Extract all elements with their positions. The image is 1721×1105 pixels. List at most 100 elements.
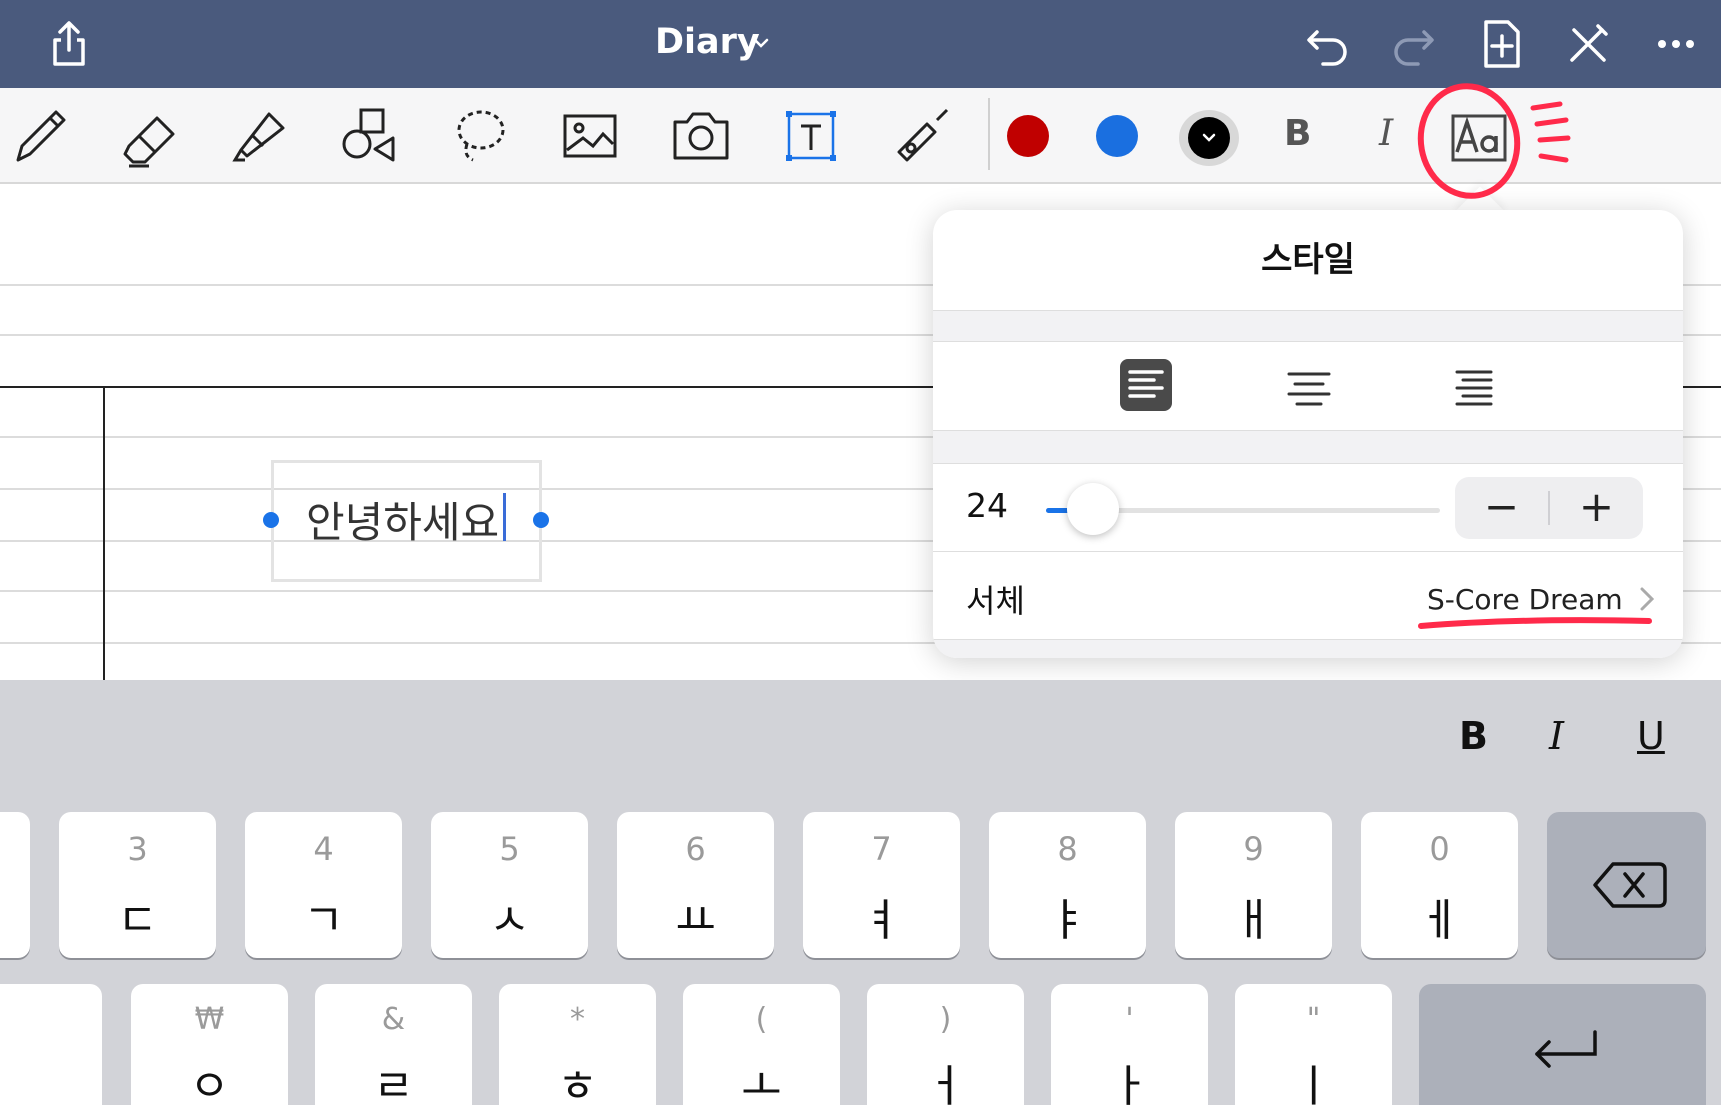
undo-icon[interactable] <box>1299 16 1355 72</box>
color-black[interactable] <box>1188 117 1230 159</box>
keyboard-underline-button[interactable]: U <box>1637 714 1665 758</box>
font-size-stepper: − + <box>1455 477 1643 539</box>
backspace-icon <box>1593 862 1667 908</box>
font-value[interactable]: S-Core Dream <box>1427 583 1623 616</box>
pen-icon[interactable] <box>4 100 76 172</box>
bold-button[interactable]: B <box>1284 113 1311 154</box>
key-letter: ㄹ <box>373 1061 414 1105</box>
document-title[interactable]: Diary <box>655 22 760 62</box>
image-icon[interactable] <box>555 100 627 172</box>
key-symbol: ₩ <box>194 1002 225 1037</box>
font-size-slider-thumb[interactable] <box>1067 483 1120 535</box>
key-symbol: & <box>381 1002 406 1037</box>
keyboard-key[interactable]: #ㄴ <box>0 984 102 1105</box>
keyboard-italic-button[interactable]: I <box>1549 714 1564 758</box>
keyboard-key[interactable]: 8ㅑ <box>989 812 1146 958</box>
keyboard-key[interactable]: 9ㅐ <box>1175 812 1332 958</box>
key-number: 6 <box>685 830 706 868</box>
key-number: 0 <box>1429 830 1450 868</box>
color-blue[interactable] <box>1096 115 1138 157</box>
keyboard-key[interactable]: 6ㅛ <box>617 812 774 958</box>
key-letter: ㄷ <box>117 895 158 946</box>
align-center-icon <box>1287 372 1331 406</box>
key-symbol: ' <box>1125 1002 1134 1037</box>
font-size-value: 24 <box>966 486 1008 525</box>
tool-bar: B I <box>0 88 1721 184</box>
keyboard-key[interactable]: 5ㅅ <box>431 812 588 958</box>
keyboard-key[interactable] <box>0 812 30 958</box>
margin-line <box>103 388 105 680</box>
key-letter: ㅑ <box>1047 895 1088 946</box>
font-label: 서체 <box>966 582 1025 620</box>
more-icon[interactable] <box>1648 16 1704 72</box>
decrease-size-button[interactable]: − <box>1455 477 1548 539</box>
chevron-right-icon <box>1640 587 1655 611</box>
return-icon <box>1535 1030 1597 1068</box>
redo-icon[interactable] <box>1386 16 1442 72</box>
key-number: 8 <box>1057 830 1078 868</box>
key-letter: ㅕ <box>861 895 902 946</box>
backspace-key[interactable] <box>1547 812 1706 958</box>
text-icon[interactable] <box>775 100 847 172</box>
keyboard-key[interactable]: ) ㅓ <box>867 984 1024 1105</box>
align-right-icon <box>1455 370 1493 406</box>
keyboard-key[interactable]: & ㄹ <box>315 984 472 1105</box>
font-size-row: 24 − + <box>933 464 1683 552</box>
eraser-icon[interactable] <box>115 100 187 172</box>
key-letter: ㅎ <box>557 1061 598 1105</box>
lasso-icon[interactable] <box>445 100 517 172</box>
align-center-button[interactable] <box>1283 359 1335 411</box>
keyboard-key[interactable]: 4ㄱ <box>245 812 402 958</box>
keyboard-key[interactable]: ' ㅏ <box>1051 984 1208 1105</box>
italic-button[interactable]: I <box>1379 113 1393 154</box>
key-letter: ㄱ <box>303 895 344 946</box>
chevron-down-icon[interactable] <box>752 36 770 50</box>
font-family-row[interactable]: 서체 S-Core Dream <box>933 552 1683 640</box>
text-box[interactable]: 안녕하세요 <box>271 460 542 582</box>
keyboard-key[interactable]: 7ㅕ <box>803 812 960 958</box>
laser-pointer-icon[interactable] <box>885 100 957 172</box>
key-letter: ㅣ <box>1293 1061 1334 1105</box>
tools-icon[interactable] <box>1560 16 1616 72</box>
keyboard-key[interactable]: 0ㅔ <box>1361 812 1518 958</box>
keyboard-key[interactable]: 3ㄷ <box>59 812 216 958</box>
key-letter: ㅛ <box>675 895 716 946</box>
toolbar-divider <box>988 98 990 170</box>
share-icon[interactable] <box>41 16 97 72</box>
key-symbol: ( <box>755 1002 768 1037</box>
style-popover: 스타일 24 − + 서체 S-Core Dream <box>933 210 1683 658</box>
key-number: 4 <box>313 830 334 868</box>
color-red[interactable] <box>1007 115 1049 157</box>
navigation-bar: Diary <box>0 0 1721 88</box>
align-left-button[interactable] <box>1120 359 1172 411</box>
return-key[interactable] <box>1419 984 1706 1105</box>
resize-handle-left[interactable] <box>263 512 279 528</box>
section-gap <box>933 310 1683 342</box>
key-letter: ㅏ <box>1109 1061 1150 1105</box>
key-number: 5 <box>499 830 520 868</box>
keyboard-key[interactable]: " ㅣ <box>1235 984 1392 1105</box>
highlighter-icon[interactable] <box>225 100 297 172</box>
key-number: 3 <box>127 830 148 868</box>
key-letter: ㅅ <box>489 895 530 946</box>
increase-size-button[interactable]: + <box>1550 477 1643 539</box>
key-number: 9 <box>1243 830 1264 868</box>
resize-handle-right[interactable] <box>533 512 549 528</box>
shapes-icon[interactable] <box>335 100 407 172</box>
chevron-down-icon <box>1202 133 1216 142</box>
text-caret <box>503 493 506 541</box>
add-page-icon[interactable] <box>1474 16 1530 72</box>
camera-icon[interactable] <box>665 100 737 172</box>
key-letter: ㅗ <box>741 1061 782 1105</box>
key-symbol: " <box>1306 1002 1321 1037</box>
keyboard-key[interactable]: * ㅎ <box>499 984 656 1105</box>
text-box-content[interactable]: 안녕하세요 <box>306 489 499 550</box>
keyboard-key[interactable]: (ㅗ <box>683 984 840 1105</box>
keyboard-key[interactable]: ₩ ㅇ <box>131 984 288 1105</box>
keyboard-bold-button[interactable]: B <box>1459 714 1488 758</box>
alignment-row <box>933 342 1683 430</box>
onscreen-keyboard: B I U 3ㄷ 4ㄱ 5ㅅ 6ㅛ 7ㅕ 8ㅑ 9ㅐ 0ㅔ #ㄴ ₩ㅇ &ㄹ *… <box>0 680 1721 1105</box>
key-letter: ㅐ <box>1233 895 1274 946</box>
align-right-button[interactable] <box>1447 359 1499 411</box>
text-style-icon[interactable] <box>1443 102 1515 174</box>
